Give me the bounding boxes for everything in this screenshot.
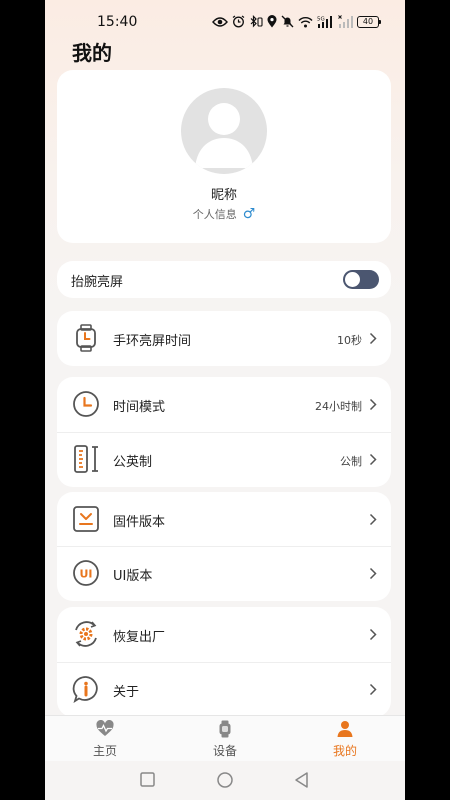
- ruler-icon: [74, 445, 98, 473]
- status-time: 15:40: [97, 14, 138, 30]
- settings-row-about[interactable]: 关于: [57, 662, 391, 717]
- home-circle-icon[interactable]: [216, 771, 234, 789]
- settings-row-time-mode[interactable]: 时间模式 24小时制: [57, 377, 391, 432]
- signal-icon: [338, 15, 353, 28]
- page-title: 我的: [72, 41, 112, 65]
- ui-version-label: UI版本: [113, 569, 153, 584]
- svg-text:UI: UI: [79, 568, 92, 581]
- tab-device-label: 设备: [212, 744, 237, 758]
- tab-device[interactable]: 设备: [185, 720, 265, 759]
- tab-mine[interactable]: 我的: [305, 720, 385, 759]
- settings-row-units[interactable]: 公英制 公制: [57, 432, 391, 487]
- units-label: 公英制: [113, 455, 153, 470]
- settings-row-firmware[interactable]: 固件版本: [57, 492, 391, 547]
- default-avatar-icon: [195, 103, 253, 168]
- watch-timer-icon: [76, 324, 96, 352]
- factory-reset-gear-icon: [75, 621, 97, 647]
- personal-info-label: 个人信息: [192, 208, 237, 221]
- version-card: 固件版本 UI UI版本: [57, 492, 391, 601]
- ui-version-icon: UI: [73, 560, 99, 586]
- avatar[interactable]: [181, 88, 267, 174]
- time-units-card: 时间模式 24小时制 公英制 公制: [57, 377, 391, 487]
- factory-reset-label: 恢复出厂: [113, 630, 166, 645]
- mute-icon: [281, 15, 294, 28]
- battery-indicator: 40: [357, 15, 381, 28]
- screen-time-card: 手环亮屏时间 10秒: [57, 311, 391, 366]
- chevron-right-icon: [369, 628, 377, 641]
- clock-icon: [73, 391, 99, 417]
- status-icons: 5G 40: [212, 15, 381, 28]
- eye-icon: [212, 16, 228, 27]
- tab-mine-label: 我的: [332, 744, 357, 758]
- signal-5g-icon: 5G: [317, 16, 332, 28]
- chevron-right-icon: [369, 453, 377, 466]
- raise-wrist-toggle[interactable]: [343, 270, 379, 289]
- app-screen: 15:40 5G 40 我的 昵称 个人信息 ♂ 抬腕亮屏 手环亮屏时间 10秒…: [45, 0, 405, 800]
- time-mode-label: 时间模式: [113, 400, 166, 415]
- personal-info-row[interactable]: 个人信息 ♂: [57, 206, 391, 222]
- toggle-knob: [345, 272, 360, 287]
- time-mode-value: 24小时制: [315, 400, 362, 413]
- screen-time-label: 手环亮屏时间: [113, 334, 192, 349]
- bluetooth-icon: [250, 15, 263, 28]
- heart-pulse-icon: [96, 720, 114, 736]
- recents-square-icon[interactable]: [139, 771, 157, 789]
- alarm-icon: [232, 15, 245, 28]
- location-icon: [267, 15, 277, 28]
- firmware-label: 固件版本: [113, 515, 166, 530]
- chevron-right-icon: [369, 398, 377, 411]
- chevron-right-icon: [369, 332, 377, 345]
- firmware-download-icon: [73, 506, 99, 532]
- person-icon: [337, 721, 353, 737]
- screen-time-value: 10秒: [337, 334, 362, 347]
- tab-home[interactable]: 主页: [65, 720, 145, 759]
- settings-row-screen-time[interactable]: 手环亮屏时间 10秒: [57, 311, 391, 366]
- chevron-right-icon: [369, 683, 377, 696]
- nickname[interactable]: 昵称: [57, 184, 391, 203]
- chevron-right-icon: [369, 513, 377, 526]
- raise-wrist-label: 抬腕亮屏: [71, 275, 124, 290]
- settings-row-factory-reset[interactable]: 恢复出厂: [57, 607, 391, 662]
- raise-wrist-card: 抬腕亮屏: [57, 261, 391, 298]
- profile-card[interactable]: 昵称 个人信息 ♂: [57, 70, 391, 243]
- chevron-right-icon: [369, 567, 377, 580]
- status-bar: 15:40 5G 40: [45, 12, 405, 36]
- gender-icon: ♂: [242, 206, 256, 222]
- watch-icon: [219, 720, 231, 738]
- system-card: 恢复出厂 关于: [57, 607, 391, 717]
- system-nav-bar: [45, 761, 405, 800]
- units-value: 公制: [340, 455, 362, 468]
- svg-text:5G: 5G: [317, 17, 325, 23]
- tab-home-label: 主页: [92, 744, 117, 758]
- settings-row-ui-version[interactable]: UI UI版本: [57, 546, 391, 601]
- back-triangle-icon[interactable]: [293, 771, 311, 789]
- about-label: 关于: [113, 685, 140, 700]
- wifi-icon: [298, 16, 313, 27]
- bottom-tab-bar: 主页 设备 我的: [45, 715, 405, 761]
- info-bubble-icon: [72, 676, 98, 703]
